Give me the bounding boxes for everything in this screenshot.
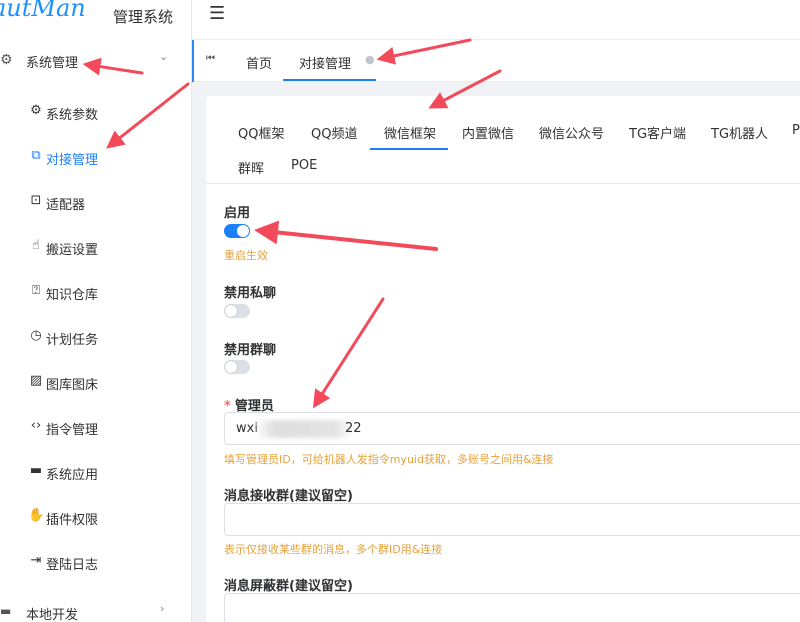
scroll-left-icon[interactable]: ⏮: [206, 53, 215, 64]
sidebar-item-transport[interactable]: ☝ 搬运设置: [0, 229, 191, 265]
gear-icon: ⚙: [30, 103, 42, 118]
logo: autMan 管理系统: [0, 0, 191, 36]
window-icon: ▬: [0, 604, 12, 618]
sidebar-item-label: 登陆日志: [46, 558, 99, 573]
sidebar-item-label: 计划任务: [46, 333, 99, 348]
sidebar-item-label: 适配器: [46, 198, 86, 213]
tab-qq-framework[interactable]: QQ框架: [238, 123, 284, 142]
sidebar: autMan 管理系统 ⚙ 系统管理 ⌄ ⚙ 系统参数 ⧉ 对接管理 ⊡ 适配器…: [0, 0, 192, 622]
tab-wechat-framework[interactable]: 微信框架: [384, 123, 436, 142]
sidebar-item-apps[interactable]: ▬ 系统应用: [0, 454, 191, 490]
tab-home[interactable]: 首页: [246, 53, 272, 72]
block-groups-label: 消息屏蔽群(建议留空): [224, 579, 353, 594]
toggle-knob: [237, 225, 249, 237]
sidebar-item-label: 插件权限: [46, 513, 99, 528]
admin-hint: 填写管理员ID，可给机器人发指令myuid获取，多账号之间用&连接: [224, 453, 554, 466]
sidebar-item-label: 知识仓库: [46, 288, 99, 303]
login-icon: ⇥: [30, 553, 42, 568]
sidebar-item-system-params[interactable]: ⚙ 系统参数: [0, 94, 191, 130]
menu-group-label: 系统管理: [26, 56, 79, 71]
top-bar: ☰: [192, 0, 800, 40]
sidebar-item-adapters[interactable]: ⊡ 适配器: [0, 184, 191, 220]
sidebar-item-commands[interactable]: ‹› 指令管理: [0, 409, 191, 445]
enable-label: 启用: [224, 206, 251, 221]
disable-private-label: 禁用私聊: [224, 286, 277, 301]
sidebar-item-knowledge[interactable]: ⍰ 知识仓库: [0, 274, 191, 310]
admin-input[interactable]: wxi 22: [224, 412, 800, 445]
sidebar-item-login-log[interactable]: ⇥ 登陆日志: [0, 544, 191, 580]
toggle-knob: [225, 361, 237, 373]
hamburger-icon[interactable]: ☰: [209, 3, 225, 24]
admin-value-suffix: 22: [345, 421, 362, 436]
sidebar-item-label: 系统应用: [46, 468, 99, 483]
image-icon: ▨: [29, 373, 43, 388]
tab-tg-client[interactable]: TG客户端: [629, 123, 686, 142]
platform-tabs: QQ框架 QQ频道 微信框架 内置微信 微信公众号 TG客户端 TG机器人 P …: [206, 96, 800, 184]
tab-active-indicator: [370, 148, 448, 150]
content-card: QQ框架 QQ频道 微信框架 内置微信 微信公众号 TG客户端 TG机器人 P …: [206, 96, 800, 622]
disable-group-label: 禁用群聊: [224, 343, 277, 358]
tab-builtin-wechat[interactable]: 内置微信: [462, 123, 514, 142]
menu-group-label: 本地开发: [26, 608, 79, 622]
tab-more[interactable]: P: [792, 123, 800, 138]
sidebar-item-label: 指令管理: [46, 423, 99, 438]
redaction-blur: [255, 420, 355, 438]
sidebar-item-label: 系统参数: [46, 108, 99, 123]
window-icon: ▬: [29, 463, 43, 478]
sidebar-item-label: 图库图床: [46, 378, 99, 393]
hand-icon: ☝: [32, 238, 40, 253]
sidebar-item-label: 搬运设置: [46, 243, 99, 258]
tab-synology[interactable]: 群晖: [238, 158, 264, 177]
logo-brand: autMan: [0, 0, 86, 22]
menu-group-system[interactable]: ⚙ 系统管理 ⌄: [0, 44, 191, 76]
tab-qq-channel[interactable]: QQ频道: [311, 123, 357, 142]
plugin-icon: ✋: [28, 508, 45, 523]
block-groups-input[interactable]: [224, 593, 800, 622]
sidebar-item-label: 对接管理: [46, 153, 99, 168]
sidebar-item-scheduled[interactable]: ◷ 计划任务: [0, 319, 191, 355]
clock-icon: ◷: [30, 328, 42, 343]
tab-poe[interactable]: POE: [291, 158, 317, 173]
adapter-icon: ⊡: [30, 193, 42, 208]
sidebar-item-plugin-perms[interactable]: ✋ 插件权限: [0, 499, 191, 535]
receive-groups-hint: 表示仅接收某些群的消息，多个群ID用&连接: [224, 543, 443, 556]
tab-wechat-official[interactable]: 微信公众号: [539, 123, 604, 142]
sidebar-item-connections[interactable]: ⧉ 对接管理: [0, 139, 191, 175]
toggle-knob: [225, 305, 237, 317]
menu-group-local-dev[interactable]: ▬ 本地开发 ›: [0, 596, 191, 622]
tab-close-icon[interactable]: ●: [365, 53, 375, 66]
receive-groups-input[interactable]: [224, 503, 800, 536]
logo-subtitle: 管理系统: [113, 8, 174, 26]
link-icon: ⧉: [31, 148, 41, 163]
tags-bar-accent: [192, 40, 194, 82]
gear-icon: ⚙: [0, 52, 13, 68]
chevron-right-icon: ›: [160, 602, 165, 615]
code-icon: ‹›: [30, 418, 42, 433]
enable-hint: 重启生效: [224, 249, 268, 262]
disable-private-toggle[interactable]: [224, 304, 250, 318]
tags-bar: ⏮ 首页 对接管理 ●: [192, 40, 800, 82]
enable-toggle[interactable]: [224, 224, 250, 238]
chat-icon: ⍰: [32, 283, 40, 298]
receive-groups-label: 消息接收群(建议留空): [224, 489, 353, 504]
chevron-down-icon: ⌄: [159, 50, 169, 63]
tab-active-indicator: [283, 79, 376, 81]
disable-group-toggle[interactable]: [224, 360, 250, 374]
tab-connections[interactable]: 对接管理: [299, 53, 351, 72]
sidebar-item-gallery[interactable]: ▨ 图库图床: [0, 364, 191, 400]
tab-tg-bot[interactable]: TG机器人: [711, 123, 768, 142]
